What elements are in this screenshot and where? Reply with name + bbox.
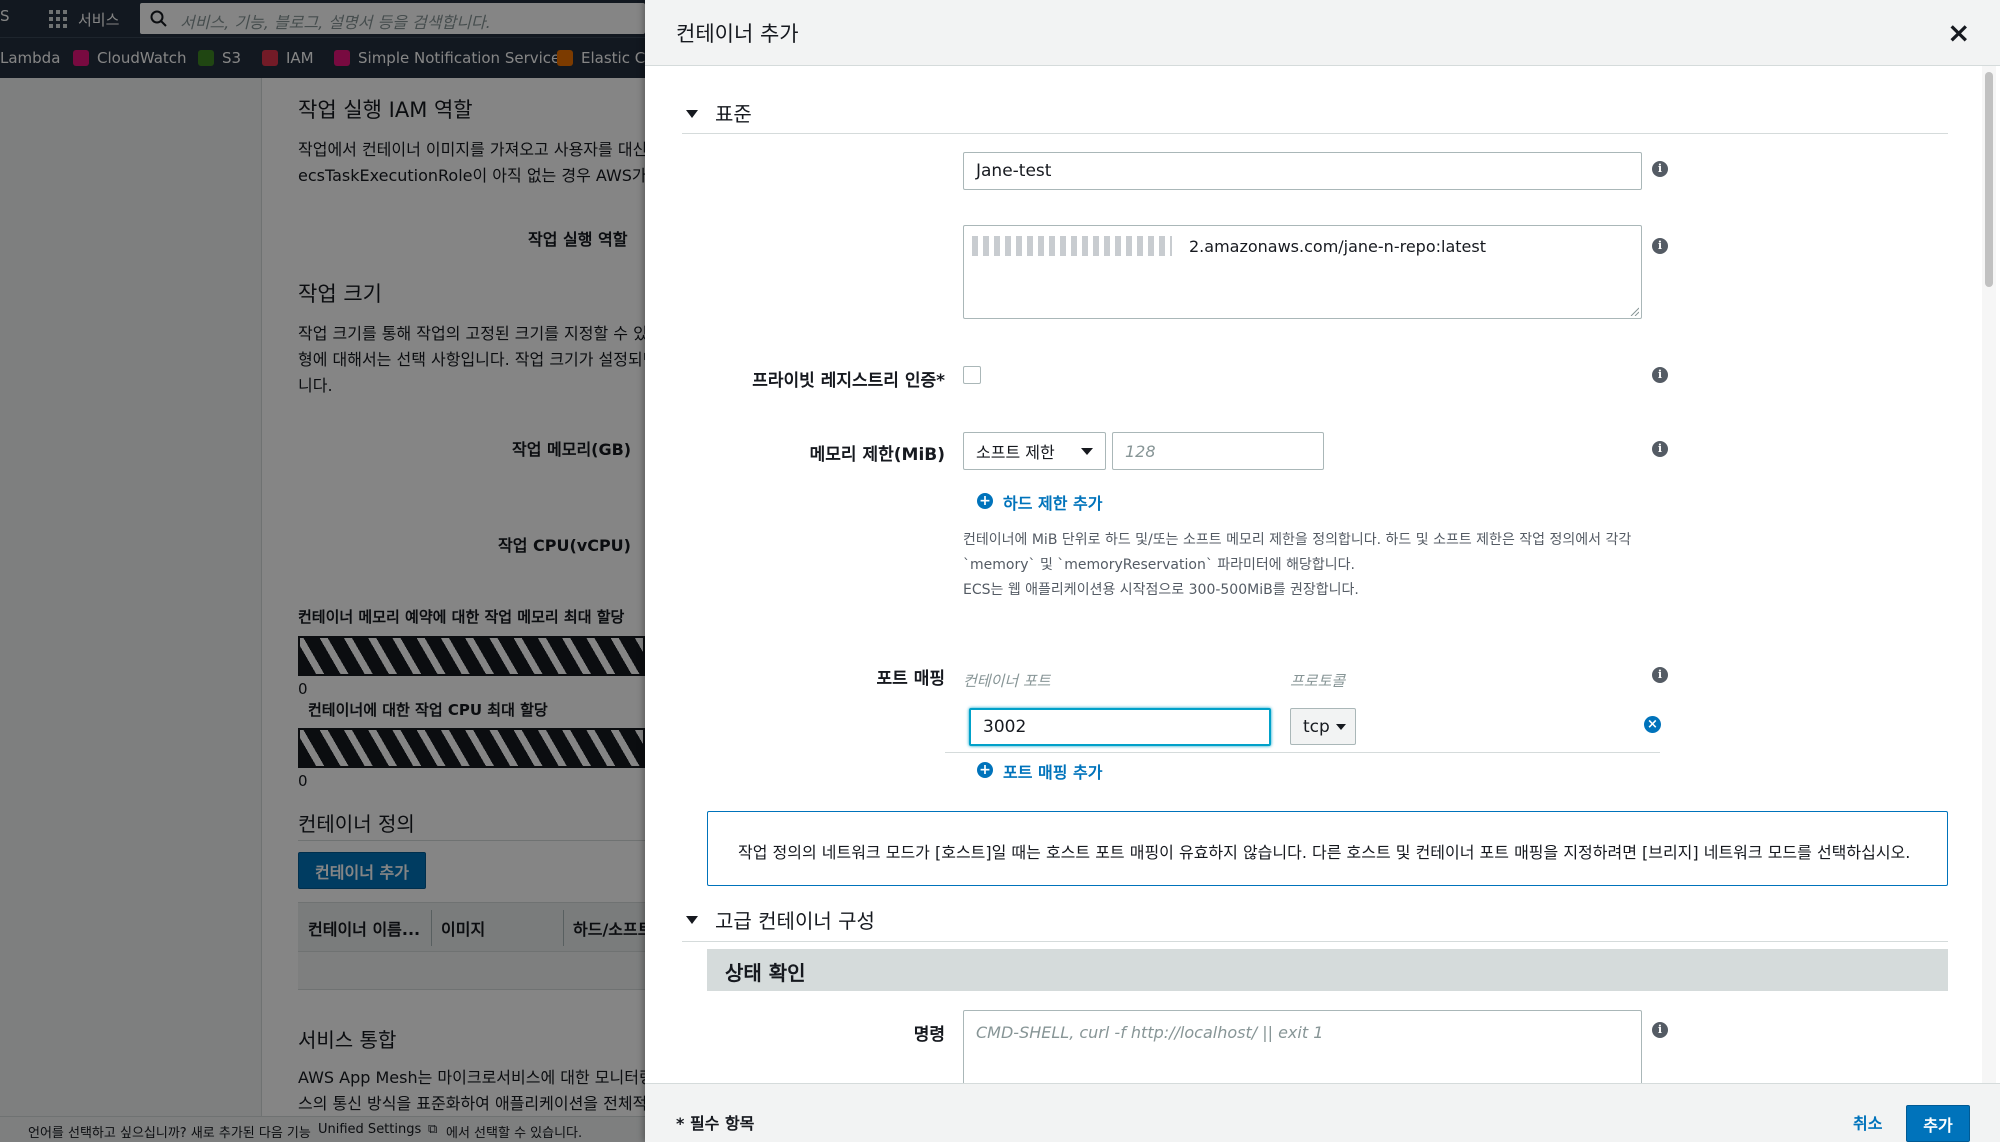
advanced-section-heading[interactable]: 고급 컨테이너 구성 (715, 905, 875, 934)
add-circle-icon[interactable]: + (977, 762, 993, 778)
memory-limit-input[interactable]: 128 (1112, 432, 1324, 470)
chevron-down-icon (1335, 723, 1346, 730)
resize-handle-icon (1630, 307, 1639, 316)
modal-title: 컨테이너 추가 (676, 22, 799, 46)
protocol-header: 프로토콜 (1290, 672, 1346, 690)
modal-footer: * 필수 항목 취소 추가 (645, 1083, 2000, 1142)
info-icon[interactable]: i (1652, 161, 1668, 177)
private-registry-checkbox[interactable] (963, 366, 981, 384)
network-mode-notice: 작업 정의의 네트워크 모드가 [호스트]일 때는 호스트 포트 매핑이 유효하… (707, 811, 1948, 886)
cancel-button[interactable]: 취소 (1853, 1110, 1882, 1134)
private-registry-label: 프라이빗 레지스트리 인증* (752, 371, 945, 391)
memory-limit-type-value: 소프트 제한 (976, 443, 1055, 462)
memory-help-line-3: ECS는 웹 애플리케이션용 시작점으로 300-500MiB를 권장합니다. (963, 582, 1359, 598)
info-icon[interactable]: i (1652, 441, 1668, 457)
modal-backdrop[interactable] (0, 0, 645, 1142)
network-notice-text: 작업 정의의 네트워크 모드가 [호스트]일 때는 호스트 포트 매핑이 유효하… (738, 843, 1911, 862)
memory-help-line-2: `memory` 및 `memoryReservation` 파라미터에 해당합… (963, 557, 1355, 573)
command-placeholder: CMD-SHELL, curl -f http://localhost/ || … (976, 1023, 1324, 1042)
required-note: * 필수 항목 (676, 1114, 755, 1133)
memory-limit-placeholder: 128 (1125, 441, 1156, 461)
health-check-heading: 상태 확인 (725, 961, 806, 985)
container-name-input[interactable]: Jane-test (963, 152, 1642, 190)
remove-port-mapping-icon[interactable]: × (1644, 716, 1661, 733)
info-icon[interactable]: i (1652, 667, 1668, 683)
command-label: 명령 (913, 1025, 945, 1045)
scrollbar-thumb[interactable] (1985, 72, 1993, 287)
memory-help-line-1: 컨테이너에 MiB 단위로 하드 및/또는 소프트 메모리 제한을 정의합니다.… (963, 532, 1632, 548)
command-input[interactable]: CMD-SHELL, curl -f http://localhost/ || … (963, 1010, 1642, 1083)
protocol-select[interactable]: tcp (1290, 708, 1356, 745)
port-mapping-label: 포트 매핑 (876, 669, 945, 689)
add-button[interactable]: 추가 (1906, 1105, 1970, 1142)
add-circle-icon[interactable]: + (977, 493, 993, 509)
chevron-down-icon (1081, 447, 1093, 455)
redacted-account-id (972, 236, 1172, 256)
container-port-input[interactable]: 3002 (969, 708, 1271, 746)
memory-limit-type-select[interactable]: 소프트 제한 (963, 432, 1106, 470)
close-icon[interactable]: × (1947, 16, 1970, 49)
standard-section-heading[interactable]: 표준 (715, 98, 752, 127)
add-port-mapping-link[interactable]: 포트 매핑 추가 (1003, 759, 1102, 783)
add-container-modal: 컨테이너 추가 × 표준 컨테이너 이름* Jane-test i 이미지* 2… (645, 0, 2000, 1142)
info-icon[interactable]: i (1652, 1022, 1668, 1038)
scrollbar-track[interactable] (1982, 66, 1996, 1083)
info-icon[interactable]: i (1652, 367, 1668, 383)
memory-limit-label: 메모리 제한(MiB) (809, 445, 945, 465)
section-divider (682, 941, 1948, 942)
collapse-caret-icon[interactable] (686, 110, 698, 118)
protocol-value: tcp (1303, 716, 1330, 737)
add-hard-limit-link[interactable]: 하드 제한 추가 (1003, 490, 1102, 514)
collapse-caret-icon[interactable] (686, 916, 698, 924)
image-textarea[interactable]: 2.amazonaws.com/jane-n-repo:latest (963, 225, 1642, 319)
modal-header: 컨테이너 추가 × (645, 0, 2000, 66)
info-icon[interactable]: i (1652, 238, 1668, 254)
image-value: 2.amazonaws.com/jane-n-repo:latest (1189, 237, 1486, 256)
health-check-header: 상태 확인 (707, 949, 1948, 991)
section-divider (682, 133, 1948, 134)
port-row-divider (945, 752, 1660, 753)
container-port-header: 컨테이너 포트 (963, 672, 1051, 690)
